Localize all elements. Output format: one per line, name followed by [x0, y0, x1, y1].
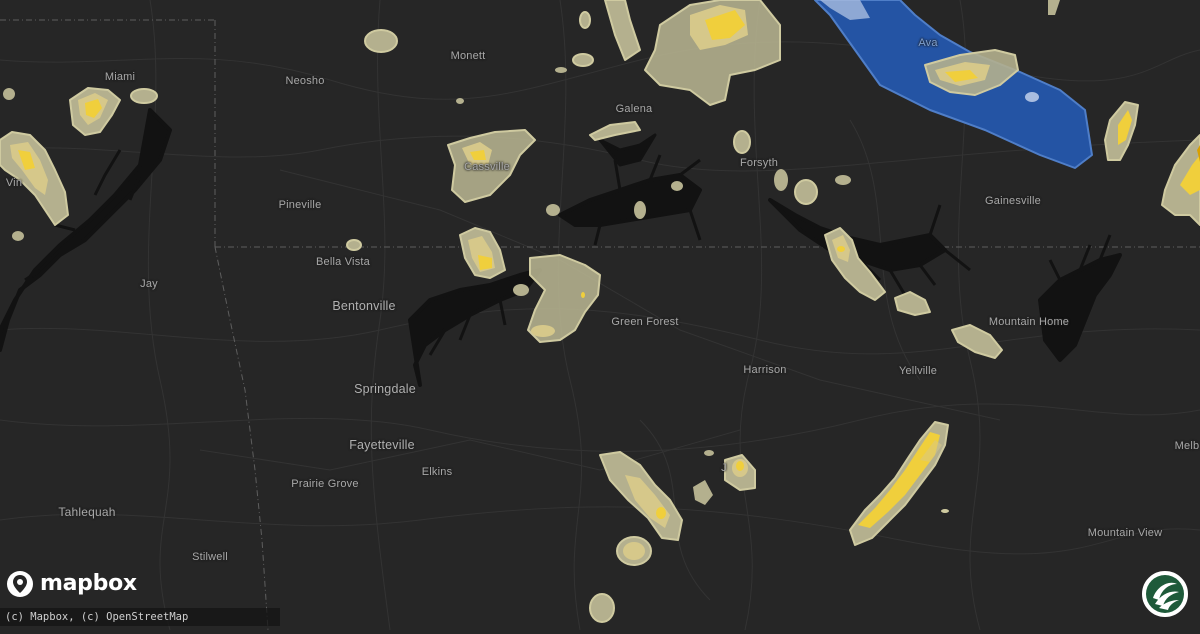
- city-label-yellville: Yellville: [898, 365, 938, 377]
- city-label-harrison: Harrison: [743, 364, 787, 376]
- city-label-vinita: Vin: [5, 177, 23, 189]
- city-label-pineville: Pineville: [278, 199, 322, 211]
- map-svg: [0, 0, 1200, 631]
- map-canvas[interactable]: [0, 0, 1200, 631]
- mapbox-logo-text: mapbox: [40, 571, 137, 596]
- city-label-gainesville: Gainesville: [984, 195, 1042, 207]
- brand-badge: [1141, 570, 1189, 618]
- city-label-monett: Monett: [450, 50, 486, 62]
- city-label-miami: Miami: [104, 71, 136, 83]
- city-label-melbourne: Melb: [1174, 440, 1200, 452]
- city-label-bentonville: Bentonville: [332, 299, 396, 313]
- city-label-forsyth: Forsyth: [739, 157, 779, 169]
- city-label-neosho: Neosho: [285, 75, 325, 87]
- city-label-jasper: J: [721, 462, 727, 474]
- city-label-stilwell: Stilwell: [192, 551, 228, 563]
- city-label-green-forest: Green Forest: [611, 316, 679, 328]
- city-label-galena: Galena: [615, 103, 653, 115]
- city-label-mountain-home: Mountain Home: [988, 316, 1070, 328]
- city-label-prairie-grove: Prairie Grove: [291, 478, 359, 490]
- city-label-fayetteville: Fayetteville: [349, 438, 415, 452]
- city-label-cassville: Cassville: [464, 161, 510, 173]
- mapbox-logo[interactable]: mapbox: [6, 570, 137, 600]
- city-label-springdale: Springdale: [354, 382, 416, 396]
- city-label-jay: Jay: [140, 278, 158, 290]
- brand-badge-icon: [1142, 571, 1188, 617]
- city-label-ava: Ava: [918, 37, 938, 49]
- city-label-bella-vista: Bella Vista: [316, 256, 370, 268]
- map-attribution[interactable]: (c) Mapbox, (c) OpenStreetMap: [0, 608, 280, 626]
- city-label-tahlequah: Tahlequah: [58, 505, 116, 519]
- city-label-elkins: Elkins: [421, 466, 453, 478]
- mapbox-logo-icon: [7, 571, 33, 597]
- city-label-mountain-view: Mountain View: [1087, 527, 1163, 539]
